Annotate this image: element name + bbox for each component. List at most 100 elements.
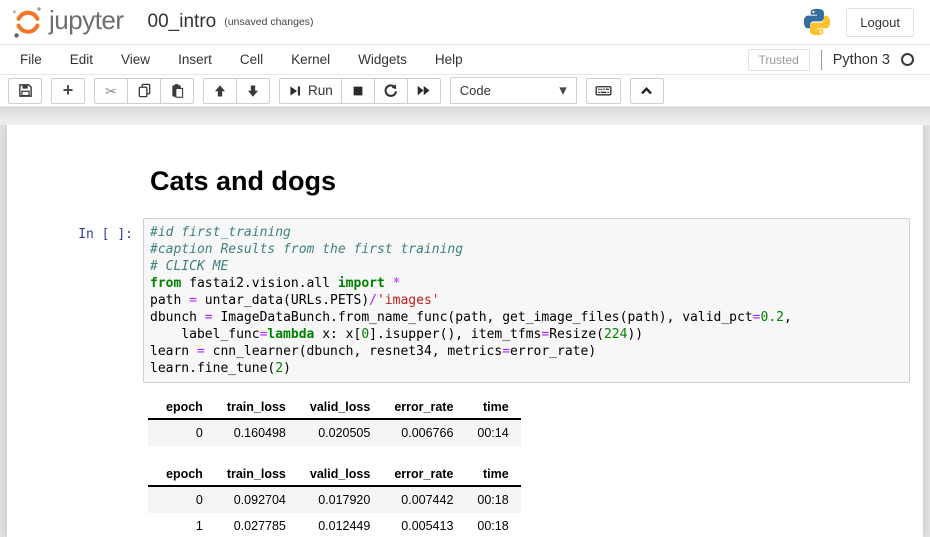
divider <box>821 50 822 70</box>
output-area: epochtrain_lossvalid_losserror_ratetime0… <box>148 383 923 537</box>
move-cell-down-button[interactable] <box>236 78 270 104</box>
cell-type-select[interactable]: Code ▾ <box>450 77 577 104</box>
save-button[interactable] <box>8 78 42 104</box>
kernel-idle-icon <box>901 53 914 66</box>
jupyter-app: jupyter 00_intro (unsaved changes) Logou… <box>0 0 930 537</box>
column-header: train_loss <box>215 396 298 419</box>
restart-run-all-button[interactable] <box>407 78 441 104</box>
table-cell: 0.020505 <box>298 419 382 446</box>
menu-cell[interactable]: Cell <box>226 47 277 72</box>
column-header: error_rate <box>382 463 465 486</box>
menubar: FileEditViewInsertCellKernelWidgetsHelp … <box>0 45 930 75</box>
brand-text: jupyter <box>49 5 124 36</box>
checkpoint-status: (unsaved changes) <box>224 16 313 28</box>
floppy-icon <box>18 83 33 98</box>
code-editor[interactable]: #id first_training#caption Results from … <box>143 218 910 383</box>
table-cell: 0 <box>148 419 215 446</box>
arrow-up-icon <box>213 84 227 98</box>
paste-icon-button paste-cells-button[interactable] <box>160 78 194 104</box>
table-cell: 0.160498 <box>215 419 298 446</box>
jupyter-logo-icon <box>10 4 46 40</box>
code-line: from fastai2.vision.all import * <box>150 275 905 292</box>
column-header: train_loss <box>215 463 298 486</box>
table-row: 10.0277850.0124490.00541300:18 <box>148 513 521 537</box>
menu-edit[interactable]: Edit <box>56 47 107 72</box>
python-logo-icon <box>802 7 832 37</box>
chevron-up-icon <box>639 84 654 98</box>
output-table-1: epochtrain_lossvalid_losserror_ratetime0… <box>148 396 521 446</box>
column-header: valid_loss <box>298 463 382 486</box>
cell-prompt: In [ ]: <box>7 218 143 383</box>
arrow-down-icon <box>246 84 260 98</box>
site: Cats and dogs In [ ]: #id first_training… <box>0 125 930 537</box>
move-cell-up-button[interactable] <box>203 78 237 104</box>
code-line: learn = cnn_learner(dbunch, resnet34, me… <box>150 343 905 360</box>
insert-cell-below-button[interactable]: + <box>51 78 85 104</box>
notebook-container: Cats and dogs In [ ]: #id first_training… <box>7 125 923 537</box>
table-cell: 0.017920 <box>298 486 382 513</box>
column-header: epoch <box>148 396 215 419</box>
logout-button[interactable]: Logout <box>846 8 914 37</box>
code-cell[interactable]: In [ ]: #id first_training#caption Resul… <box>7 218 923 383</box>
copy-cells-button[interactable] <box>127 78 161 104</box>
column-header: time <box>465 463 520 486</box>
stop-icon <box>351 84 365 98</box>
code-line: #caption Results from the first training <box>150 241 905 258</box>
markdown-heading[interactable]: Cats and dogs <box>150 166 923 196</box>
code-line: # CLICK ME <box>150 258 905 275</box>
table-cell: 00:18 <box>465 486 520 513</box>
column-header: epoch <box>148 463 215 486</box>
interrupt-kernel-button[interactable] <box>341 78 375 104</box>
menubar-items: FileEditViewInsertCellKernelWidgetsHelp <box>6 47 477 72</box>
fast-forward-icon <box>416 83 431 98</box>
code-line: dbunch = ImageDataBunch.from_name_func(p… <box>150 309 905 326</box>
paste-icon <box>170 83 185 98</box>
table-row: 00.0927040.0179200.00744200:18 <box>148 486 521 513</box>
trusted-badge[interactable]: Trusted <box>748 49 810 71</box>
menu-widgets[interactable]: Widgets <box>344 47 421 72</box>
code-line: learn.fine_tune(2) <box>150 360 905 377</box>
menu-file[interactable]: File <box>6 47 56 72</box>
plus-icon: + <box>63 81 74 99</box>
table-cell: 1 <box>148 513 215 537</box>
jupyter-logo[interactable]: jupyter <box>10 4 124 40</box>
header-shadow <box>0 107 930 125</box>
menu-view[interactable]: View <box>107 47 164 72</box>
notebook-title[interactable]: 00_intro <box>148 11 217 33</box>
table-cell: 0.007442 <box>382 486 465 513</box>
command-palette-button[interactable] <box>586 78 621 104</box>
scissors-icon: ✂ <box>105 84 117 98</box>
table-cell: 0 <box>148 486 215 513</box>
table-cell: 0.027785 <box>215 513 298 537</box>
copy-icon <box>137 83 152 98</box>
menu-kernel[interactable]: Kernel <box>277 47 344 72</box>
cut-cells-button[interactable]: ✂ <box>94 78 128 104</box>
refresh-icon <box>383 83 398 98</box>
toolbar: + ✂ <box>0 75 930 107</box>
run-cell-button[interactable]: Run <box>279 78 342 104</box>
column-header: time <box>465 396 520 419</box>
table-cell: 00:18 <box>465 513 520 537</box>
step-forward-icon <box>288 84 302 98</box>
code-line: #id first_training <box>150 224 905 241</box>
header: jupyter 00_intro (unsaved changes) Logou… <box>0 0 930 45</box>
column-header: error_rate <box>382 396 465 419</box>
code-line: label_func=lambda x: x[0].isupper(), ite… <box>150 326 905 343</box>
collapse-toolbar-button[interactable] <box>630 78 664 104</box>
menu-insert[interactable]: Insert <box>164 47 226 72</box>
table-row: 00.1604980.0205050.00676600:14 <box>148 419 521 446</box>
column-header: valid_loss <box>298 396 382 419</box>
menu-help[interactable]: Help <box>421 47 477 72</box>
kernel-name: Python 3 <box>833 52 890 68</box>
table-cell: 00:14 <box>465 419 520 446</box>
menubar-right: Trusted Python 3 <box>748 49 925 71</box>
table-cell: 0.006766 <box>382 419 465 446</box>
table-cell: 0.005413 <box>382 513 465 537</box>
cell-type-value: Code <box>460 83 491 98</box>
table-cell: 0.092704 <box>215 486 298 513</box>
restart-kernel-button[interactable] <box>374 78 408 104</box>
keyboard-icon <box>595 83 612 98</box>
run-label: Run <box>308 83 333 98</box>
output-table-2: epochtrain_lossvalid_losserror_ratetime0… <box>148 463 521 537</box>
caret-down-icon: ▾ <box>559 83 567 98</box>
